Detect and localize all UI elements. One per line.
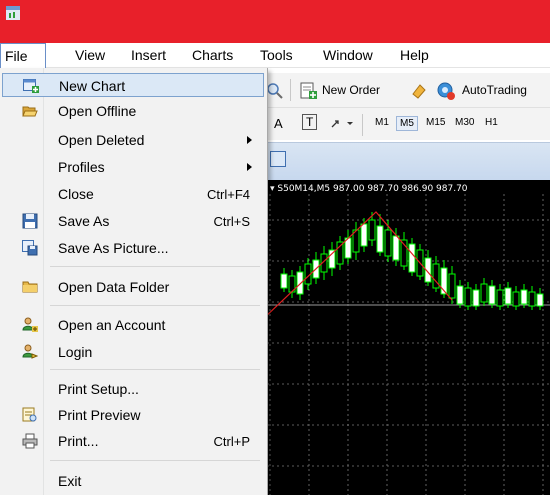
autotrading-icon xyxy=(437,82,455,100)
candle-body xyxy=(464,287,472,307)
menu-charts[interactable]: Charts xyxy=(192,47,233,63)
expert-advisor-icon[interactable] xyxy=(410,82,428,100)
chart-window-icon[interactable] xyxy=(270,151,286,167)
menu-separator xyxy=(50,369,260,370)
menu-item-print[interactable]: Print... Ctrl+P xyxy=(2,429,264,453)
app-icon xyxy=(6,6,20,20)
zoom-icon[interactable] xyxy=(266,82,284,100)
chart-caption: ▾ S50M14,M5 987.00 987.70 986.90 987.70 xyxy=(270,184,468,194)
text-label-tool[interactable]: T xyxy=(302,114,318,130)
candle-body xyxy=(368,219,376,241)
menu-item-print-preview[interactable]: Print Preview xyxy=(2,403,264,427)
menu-item-profiles[interactable]: Profiles xyxy=(2,155,264,179)
new-order-label: New Order xyxy=(322,83,381,97)
print-preview-icon xyxy=(22,407,37,422)
price-chart[interactable]: ▾ S50M14,M5 987.00 987.70 986.90 987.70 xyxy=(262,180,550,495)
candle-body xyxy=(472,289,480,307)
candle-body xyxy=(456,285,464,305)
timeframe-m15[interactable]: M15 xyxy=(423,116,448,129)
menu-item-save-as-picture[interactable]: Save As Picture... xyxy=(2,236,264,260)
new-order-icon xyxy=(300,82,317,99)
candle-body xyxy=(536,293,544,307)
add-account-icon xyxy=(22,317,38,332)
menu-separator xyxy=(50,460,260,461)
autotrading-button[interactable]: AutoTrading xyxy=(436,80,548,102)
candle-body xyxy=(392,235,400,261)
toolbar-separator xyxy=(362,114,363,136)
folder-icon xyxy=(22,281,38,293)
menu-item-save-as[interactable]: Save As Ctrl+S xyxy=(2,209,264,233)
menu-view[interactable]: View xyxy=(75,47,105,63)
candle-body xyxy=(328,249,336,269)
candle-body xyxy=(496,289,504,307)
menu-separator xyxy=(50,305,260,306)
candle-body xyxy=(448,273,456,299)
title-bar xyxy=(0,0,550,43)
timeframe-m5[interactable]: M5 xyxy=(396,116,418,131)
menu-insert[interactable]: Insert xyxy=(131,47,166,63)
menu-separator xyxy=(50,266,260,267)
candle-body xyxy=(520,289,528,305)
menu-item-close[interactable]: Close Ctrl+F4 xyxy=(2,182,264,206)
timeframe-h1[interactable]: H1 xyxy=(482,116,501,129)
candle-body xyxy=(512,291,520,307)
candle-body xyxy=(488,285,496,305)
candle-body xyxy=(296,271,304,295)
menu-help[interactable]: Help xyxy=(400,47,429,63)
chart-window-strip xyxy=(262,142,550,180)
save-icon xyxy=(22,213,38,229)
printer-icon xyxy=(22,433,38,449)
chart-canvas xyxy=(262,194,550,495)
menu-bar: File View Insert Charts Tools Window Hel… xyxy=(0,43,550,68)
line-studies-toolbar: A T M1 M5 M15 M30 H1 xyxy=(262,107,550,140)
menu-item-open-account[interactable]: Open an Account xyxy=(2,313,264,337)
submenu-arrow-icon xyxy=(247,136,252,144)
menu-item-new-chart[interactable]: New Chart xyxy=(2,73,264,97)
menu-window[interactable]: Window xyxy=(323,47,373,63)
menu-file[interactable]: File xyxy=(0,43,46,68)
file-menu-dropdown: New Chart Open Offline Open Deleted Prof… xyxy=(0,68,268,495)
toolbar-separator xyxy=(290,79,291,101)
save-picture-icon xyxy=(22,240,38,256)
text-tool[interactable]: A xyxy=(274,116,283,131)
menu-tools[interactable]: Tools xyxy=(260,47,293,63)
submenu-arrow-icon xyxy=(247,163,252,171)
arrows-tool-icon[interactable] xyxy=(330,117,354,131)
login-icon xyxy=(22,344,38,359)
autotrading-label: AutoTrading xyxy=(462,83,527,97)
open-folder-icon xyxy=(22,106,38,117)
candle-body xyxy=(504,287,512,305)
menu-item-exit[interactable]: Exit xyxy=(2,469,264,493)
new-chart-icon xyxy=(23,79,39,93)
candle-body xyxy=(384,229,392,257)
menu-item-open-data-folder[interactable]: Open Data Folder xyxy=(2,275,264,299)
menu-item-open-deleted[interactable]: Open Deleted xyxy=(2,128,264,152)
candle-body xyxy=(280,273,288,289)
new-order-button[interactable]: New Order xyxy=(300,80,408,102)
menu-item-print-setup[interactable]: Print Setup... xyxy=(2,377,264,401)
candle-body xyxy=(360,223,368,247)
candle-body xyxy=(528,291,536,307)
timeframe-m30[interactable]: M30 xyxy=(452,116,477,129)
candle-body xyxy=(376,225,384,253)
timeframe-m1[interactable]: M1 xyxy=(372,116,392,129)
menu-item-login[interactable]: Login xyxy=(2,340,264,364)
candle-body xyxy=(408,243,416,273)
standard-toolbar: New Order AutoTrading xyxy=(262,73,550,107)
candle-body xyxy=(480,283,488,303)
menu-item-open-offline[interactable]: Open Offline xyxy=(2,99,264,123)
